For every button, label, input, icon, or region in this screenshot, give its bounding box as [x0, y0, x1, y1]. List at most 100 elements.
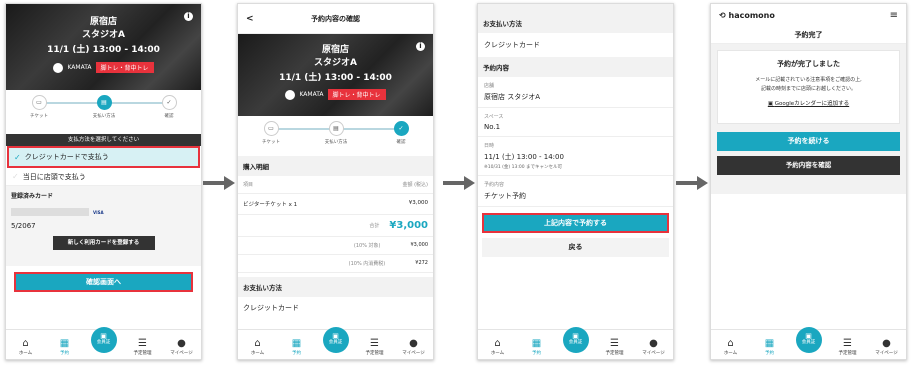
info-icon[interactable]: i [416, 42, 425, 51]
tab-home[interactable]: ⌂ ホーム [11, 338, 41, 356]
tab-home[interactable]: ⌂ ホーム [716, 338, 746, 356]
class-hero: i 原宿店 スタジオA 11/1 (土) 13:00 - 14:00 KAMAT… [6, 4, 201, 90]
studio-name: スタジオA [314, 58, 357, 68]
tab-mypage[interactable]: ● マイページ [872, 338, 902, 356]
card-number-masked [11, 208, 89, 216]
check-icon: ✓ [12, 172, 19, 181]
step-label: 支払い方法 [324, 140, 348, 145]
reservation-title: 予約内容 [478, 57, 673, 77]
confirm-button[interactable]: 確認画面へ [14, 272, 193, 292]
flow-arrow [203, 176, 235, 190]
tab-schedule[interactable]: ☰ 予定管理 [833, 338, 863, 356]
purchase-detail-title: 購入明細 [238, 156, 433, 176]
progress-steps: ▭ チケット ▤ 支払い方法 ✓ 確認 [6, 90, 201, 134]
tab-bar: ⌂ ホーム ▦ 予約 ▣ 会員証 ☰ 予定管理 ● マイページ [478, 327, 673, 359]
total-label: 合計 [369, 223, 380, 229]
card-brand: VISA [93, 209, 104, 215]
tab-member-card[interactable]: ▣ 会員証 [321, 327, 351, 356]
option-pay-at-store[interactable]: ✓ 当日に店頭で支払う [6, 168, 201, 186]
class-datetime: 11/1 (土) 13:00 - 14:00 [279, 73, 392, 83]
instructor-name: KAMATA [67, 64, 92, 71]
tab-member-card[interactable]: ▣ 会員証 [561, 327, 591, 356]
submit-reservation-button[interactable]: 上記内容で予約する [482, 213, 669, 233]
store-value: 原宿店 スタジオA [484, 93, 541, 101]
tax-target-label: (10% 対象) [353, 243, 381, 249]
pay-method-value: クレジットカード [484, 41, 540, 49]
flow-arrow [443, 176, 475, 190]
content-value: チケット予約 [484, 192, 526, 200]
tab-mypage[interactable]: ● マイページ [399, 338, 429, 356]
store-label: 店舗 [484, 83, 495, 89]
space-value: No.1 [484, 123, 501, 131]
class-datetime: 11/1 (土) 13:00 - 14:00 [47, 45, 160, 55]
step-label: チケット [262, 140, 280, 145]
class-tag: 脚トレ・背中トレ [327, 89, 386, 100]
back-button[interactable]: 戻る [482, 238, 669, 257]
pay-method-value: クレジットカード [243, 304, 299, 312]
register-new-card-button[interactable]: 新しく利用カードを登録する [52, 236, 155, 250]
tab-member-card[interactable]: ▣ 会員証 [89, 327, 119, 356]
tab-reserve[interactable]: ▦ 予約 [522, 338, 552, 356]
screen-complete: ⟲ hacomono ≡ 予約完了 予約が完了しました メールに記載されている注… [710, 3, 907, 360]
tab-mypage[interactable]: ● マイページ [167, 338, 197, 356]
tax-target-row: (10% 対象) ¥3,000 [238, 237, 433, 255]
home-icon: ⌂ [22, 338, 29, 349]
check-reservation-button[interactable]: 予約内容を確認 [717, 156, 900, 175]
datetime-label: 日時 [484, 143, 495, 149]
calendar-icon: ▦ [764, 338, 775, 349]
qr-icon: ▣ [100, 332, 107, 340]
avatar [53, 62, 64, 73]
tab-schedule[interactable]: ☰ 予定管理 [128, 338, 158, 356]
card-expiry: 5/2067 [11, 222, 36, 230]
user-icon: ● [882, 338, 891, 349]
tab-reserve[interactable]: ▦ 予約 [50, 338, 80, 356]
line-item: ビジターチケット x 1 ¥3,000 [238, 194, 433, 215]
studio-name: スタジオA [82, 30, 125, 40]
app-logo[interactable]: ⟲ hacomono [719, 11, 775, 20]
class-tag: 脚トレ・背中トレ [95, 62, 154, 73]
cancel-note: ※10/31 (金) 13:00 までキャンセル可 [484, 165, 563, 170]
content-label: 予約内容 [484, 182, 505, 188]
tab-member-card[interactable]: ▣ 会員証 [794, 327, 824, 356]
tab-bar: ⌂ ホーム ▦ 予約 ▣ 会員証 ☰ 予定管理 ● マイページ [238, 327, 433, 359]
google-calendar-link[interactable]: ▣ Googleカレンダーに追加する [718, 99, 899, 107]
qr-icon: ▣ [805, 332, 812, 340]
tax-target-value: ¥3,000 [410, 242, 429, 248]
payment-step-icon: ▤ [96, 95, 112, 110]
item-name: ビジターチケット x 1 [243, 202, 298, 208]
tab-schedule[interactable]: ☰ 予定管理 [360, 338, 390, 356]
tab-home[interactable]: ⌂ ホーム [483, 338, 513, 356]
progress-steps: ▭ チケット ▤ 支払い方法 ✓ 確認 [238, 116, 433, 156]
tax-inner-value: ¥272 [415, 260, 428, 266]
qr-icon: ▣ [572, 332, 579, 340]
back-icon[interactable]: < [246, 14, 254, 24]
step-label: 確認 [164, 114, 174, 119]
page-title: 予約完了 [711, 26, 906, 44]
menu-icon[interactable]: ≡ [890, 10, 898, 21]
tax-inner-label: (10% 内消費税) [348, 261, 386, 267]
list-icon: ☰ [370, 338, 379, 349]
user-icon: ● [177, 338, 186, 349]
tab-reserve[interactable]: ▦ 予約 [282, 338, 312, 356]
store-field: 店舗 原宿店 スタジオA [478, 77, 673, 108]
total-value: ¥3,000 [389, 220, 428, 231]
option-label: 当日に店頭で支払う [22, 172, 86, 181]
check-step-icon: ✓ [161, 95, 177, 110]
calendar-icon: ▦ [531, 338, 542, 349]
tab-reserve[interactable]: ▦ 予約 [755, 338, 785, 356]
tab-mypage[interactable]: ● マイページ [639, 338, 669, 356]
user-icon: ● [409, 338, 418, 349]
screen-confirm-scrolled: お支払い方法 クレジットカード 予約内容 店舗 原宿店 スタジオA スペース N… [477, 3, 674, 360]
tab-home[interactable]: ⌂ ホーム [243, 338, 273, 356]
space-field: スペース No.1 [478, 108, 673, 137]
flow-arrow [676, 176, 708, 190]
info-icon[interactable]: i [184, 12, 193, 21]
continue-reserve-button[interactable]: 予約を続ける [717, 132, 900, 151]
tab-schedule[interactable]: ☰ 予定管理 [600, 338, 630, 356]
payment-header: 支払方法を選択してください [6, 134, 201, 146]
option-label: クレジットカードで支払う [24, 153, 109, 161]
qr-icon: ▣ [332, 332, 339, 340]
step-label: 支払い方法 [92, 114, 116, 119]
option-credit-card[interactable]: ✓ クレジットカードで支払う [7, 146, 200, 168]
nav-bar: < 予約内容の確認 [238, 4, 433, 34]
